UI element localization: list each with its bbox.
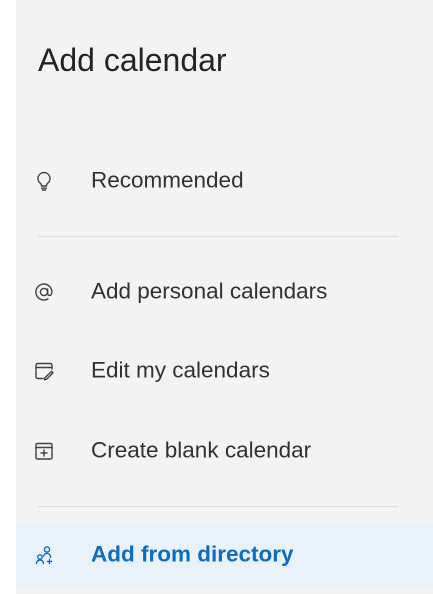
nav-item-label: Add personal calendars (91, 278, 328, 304)
lightbulb-icon (32, 169, 56, 193)
divider (38, 506, 398, 507)
nav-item-label: Create blank calendar (91, 437, 312, 463)
at-sign-icon (32, 280, 56, 304)
nav-item-label: Edit my calendars (91, 357, 270, 383)
nav-item-label: Add from directory (91, 541, 294, 567)
nav-item-add-personal-calendars[interactable]: Add personal calendars (16, 259, 433, 325)
nav-item-label: Recommended (91, 167, 244, 193)
panel-title: Add calendar (38, 42, 227, 78)
nav-item-recommended[interactable]: Recommended (16, 148, 433, 214)
nav-item-add-from-directory[interactable]: Add from directory (16, 522, 433, 588)
people-search-icon (32, 543, 56, 567)
calendar-add-icon (32, 439, 56, 463)
nav-item-edit-my-calendars[interactable]: Edit my calendars (16, 338, 433, 404)
calendar-edit-icon (32, 359, 56, 383)
divider (38, 236, 398, 237)
nav-item-create-blank-calendar[interactable]: Create blank calendar (16, 418, 433, 484)
